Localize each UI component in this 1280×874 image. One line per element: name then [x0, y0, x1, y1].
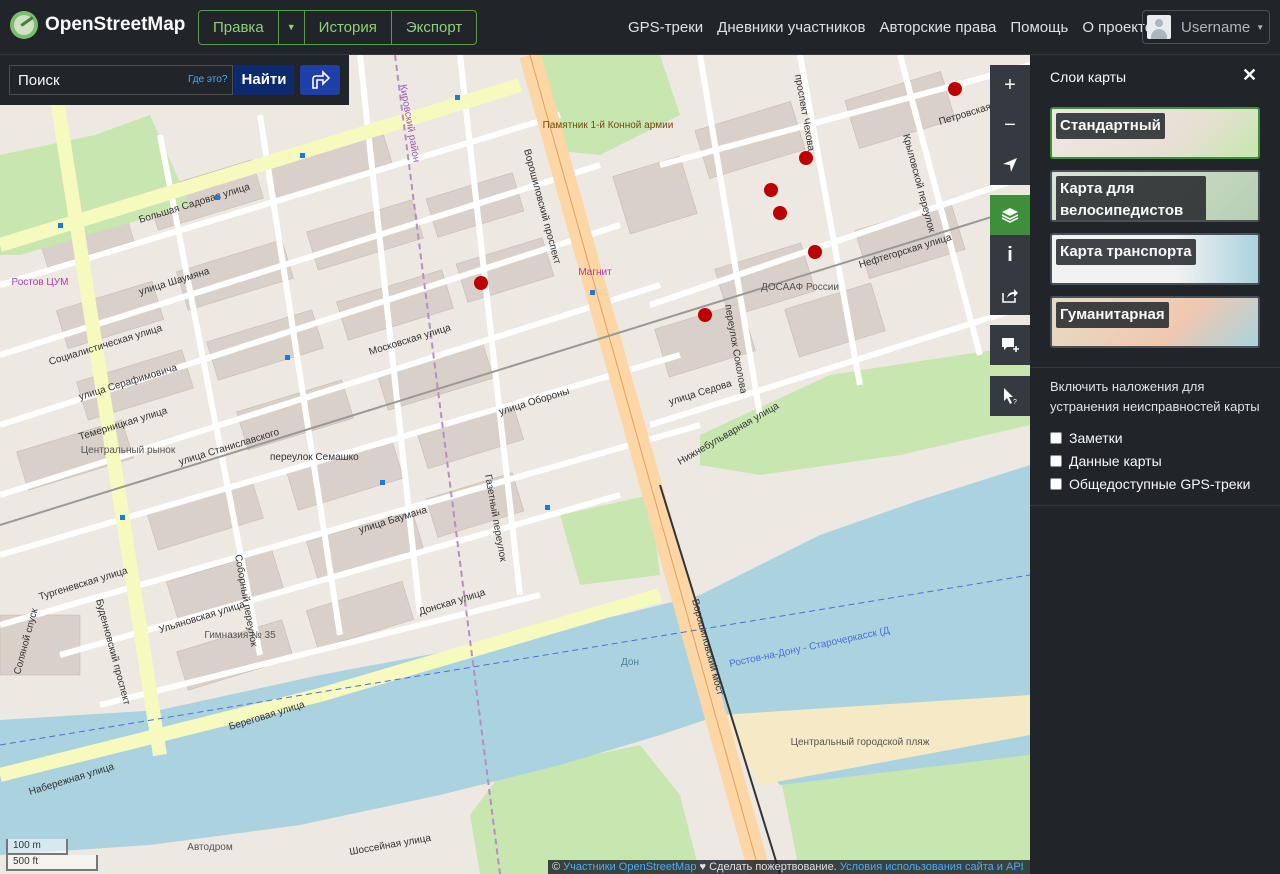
overlay-gps-checkbox[interactable]: Общедоступные GPS-треки — [1050, 476, 1250, 492]
osm-logo[interactable]: OpenStreetMap — [10, 11, 185, 39]
attribution-donate-link[interactable]: Сделать пожертвование. — [709, 861, 837, 873]
search-bar: Где это? Найти — [0, 55, 349, 105]
panel-divider — [1030, 505, 1280, 506]
scale-metric: 100 m — [6, 839, 68, 855]
overlay-label: Данные карты — [1069, 453, 1162, 469]
map-label: Автодром — [187, 842, 233, 853]
overlay-heading: Включить наложения для устранения неиспр… — [1050, 379, 1260, 414]
nav-diaries[interactable]: Дневники участников — [717, 19, 865, 36]
attribution-osm-link[interactable]: Участники OpenStreetMap — [563, 861, 696, 873]
close-icon[interactable]: ✕ — [1242, 65, 1257, 86]
username: Username — [1181, 18, 1251, 36]
map-label: Гимназия № 35 — [204, 630, 276, 641]
map-attribution: © Участники OpenStreetMap ♥ Сделать поже… — [548, 860, 1030, 874]
export-button[interactable]: Экспорт — [392, 11, 476, 44]
map-label: Ростов ЦУМ — [12, 277, 69, 288]
osm-logo-icon — [10, 11, 38, 39]
map-label: ДОСААФ России — [761, 282, 839, 293]
map-tools: i — [990, 195, 1030, 315]
layer-label: Карта для велосипедистов — [1056, 176, 1206, 220]
directions-icon — [312, 70, 331, 89]
zoom-out-icon[interactable]: − — [990, 105, 1030, 145]
overlay-label: Заметки — [1069, 430, 1123, 446]
overlay-notes-checkbox[interactable]: Заметки — [1050, 430, 1123, 446]
user-dropdown-caret-icon: ▼ — [1256, 22, 1265, 32]
layer-standard[interactable]: Стандартный — [1050, 107, 1260, 159]
map-label: Магнит — [578, 267, 612, 278]
nav-gps-traces[interactable]: GPS-треки — [628, 19, 703, 36]
edit-button[interactable]: Правка — [199, 11, 279, 44]
layers-panel: Слои карты ✕ Стандартный Карта для велос… — [1030, 55, 1280, 874]
locate-icon[interactable] — [990, 145, 1030, 185]
edit-button-group: Правка ▼ История Экспорт — [198, 10, 478, 45]
scale-imperial: 500 ft — [6, 855, 98, 871]
map-label: Памятник 1-й Конной армии — [543, 120, 674, 131]
panel-divider — [1030, 367, 1280, 368]
avatar — [1147, 15, 1171, 39]
layer-transport[interactable]: Карта транспорта — [1050, 233, 1260, 285]
checkbox[interactable] — [1050, 432, 1062, 444]
query-icon[interactable]: ? — [990, 376, 1030, 416]
checkbox[interactable] — [1050, 478, 1062, 490]
query-tools: ? — [990, 376, 1030, 416]
where-is-this-link[interactable]: Где это? — [188, 74, 227, 85]
map-label: переулок Семашко — [270, 452, 359, 463]
overlay-label: Общедоступные GPS-треки — [1069, 476, 1251, 492]
note-tools — [990, 325, 1030, 365]
directions-button[interactable] — [300, 65, 340, 95]
nav-help[interactable]: Помощь — [1010, 19, 1068, 36]
search-button[interactable]: Найти — [234, 65, 294, 95]
map-tiles: Большая Садовая улица улица Шаумяна Соци… — [0, 55, 1030, 874]
user-menu[interactable]: Username ▼ — [1142, 10, 1270, 44]
layer-label: Стандартный — [1056, 113, 1165, 139]
map-label: Центральный городской пляж — [791, 737, 930, 748]
nav-copyright[interactable]: Авторские права — [879, 19, 996, 36]
map-label: Центральный рынок — [81, 445, 176, 456]
zoom-controls: + − — [990, 65, 1030, 185]
svg-text:?: ? — [1013, 399, 1017, 405]
map-canvas[interactable]: Большая Садовая улица улица Шаумяна Соци… — [0, 55, 1030, 874]
overlay-data-checkbox[interactable]: Данные карты — [1050, 453, 1162, 469]
edit-dropdown-caret-icon[interactable]: ▼ — [279, 11, 305, 44]
info-icon[interactable]: i — [990, 235, 1030, 275]
history-button[interactable]: История — [305, 11, 392, 44]
map-label: Дон — [621, 657, 639, 668]
secondary-nav: GPS-треки Дневники участников Авторские … — [628, 19, 1167, 36]
attribution-heart-icon: ♥ — [699, 861, 707, 873]
layers-icon[interactable] — [990, 195, 1030, 235]
panel-title: Слои карты — [1050, 69, 1127, 85]
checkbox[interactable] — [1050, 455, 1062, 467]
layer-label: Карта транспорта — [1056, 239, 1196, 265]
zoom-in-icon[interactable]: + — [990, 65, 1030, 105]
layer-humanitarian[interactable]: Гуманитарная — [1050, 296, 1260, 348]
site-title: OpenStreetMap — [45, 14, 186, 35]
attribution-terms-link[interactable]: Условия использования сайта и API — [840, 861, 1024, 873]
attribution-copyright: © — [552, 861, 561, 873]
top-navbar: OpenStreetMap Правка ▼ История Экспорт G… — [0, 0, 1280, 55]
note-icon[interactable] — [990, 325, 1030, 365]
layer-cycle[interactable]: Карта для велосипедистов — [1050, 170, 1260, 222]
share-icon[interactable] — [990, 275, 1030, 315]
layer-label: Гуманитарная — [1056, 302, 1169, 328]
